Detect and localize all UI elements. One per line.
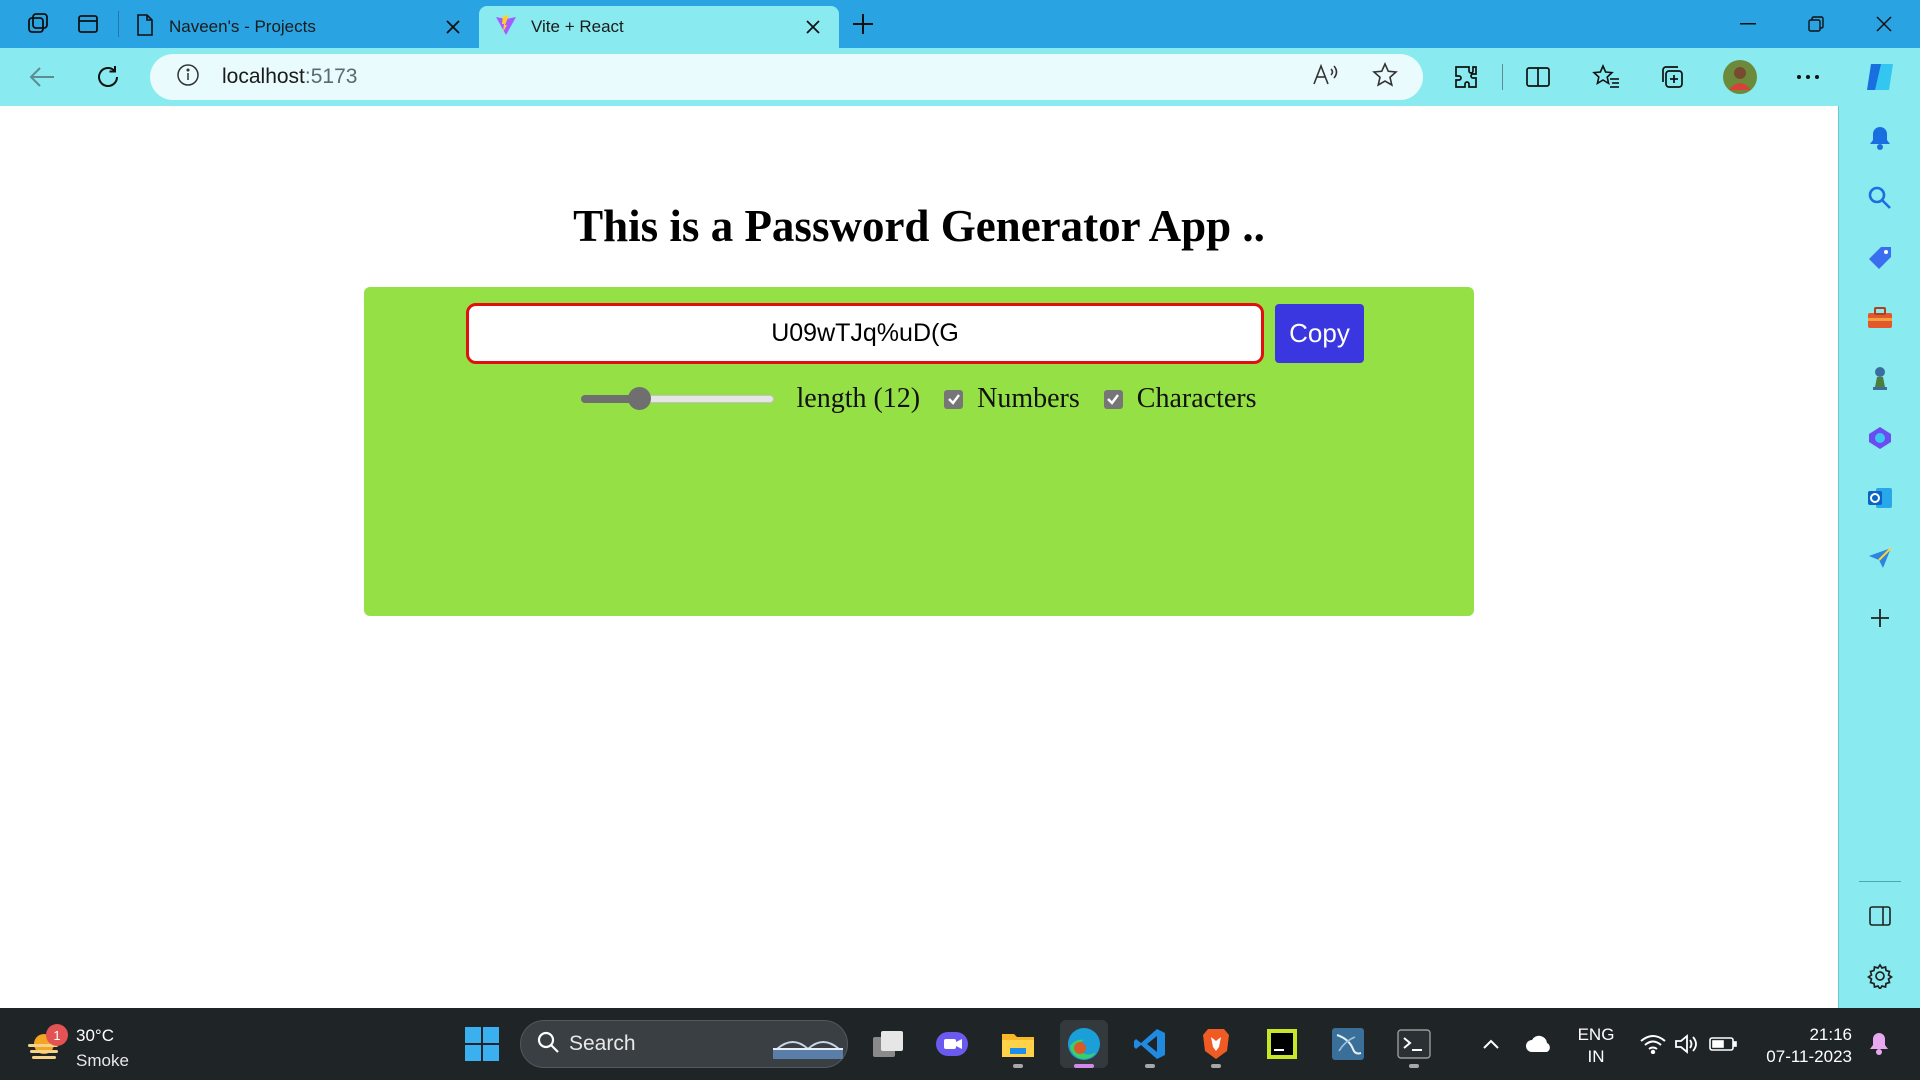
collections-icon[interactable] [1652,57,1692,97]
windows-start-icon[interactable] [464,1026,500,1062]
password-field[interactable] [466,303,1264,364]
pycharm-icon[interactable] [1258,1020,1306,1068]
bridge-highlight-icon [773,1031,843,1066]
favorites-icon[interactable] [1586,57,1626,97]
tab-title: Naveen's - Projects [169,17,316,36]
page-viewport: This is a Password Generator App .. Copy… [0,106,1838,1008]
taskbar: 1 30°C Smoke Search ENG IN 21:16 07-11-2… [0,1008,1920,1080]
tab-strip: Naveen's - Projects Vite + React [0,0,1920,48]
bell-icon[interactable] [1860,118,1900,158]
toolbox-icon[interactable] [1860,298,1900,338]
browser-toolbar: localhost:5173 [0,48,1920,106]
running-indicator [1211,1064,1221,1068]
wifi-icon[interactable] [1638,1026,1668,1062]
tab-title: Vite + React [531,17,624,36]
profile-avatar[interactable] [1720,57,1760,97]
edge-browser-icon[interactable] [1060,1020,1108,1068]
panel-icon[interactable] [1860,896,1900,936]
copilot-icon[interactable] [1860,57,1900,97]
language-region: IN [1587,1047,1605,1066]
meet-icon[interactable] [928,1020,976,1068]
favorite-star-icon[interactable] [1372,61,1398,93]
active-indicator [1074,1064,1094,1068]
edge-sidebar [1838,106,1920,1008]
clock[interactable]: 21:16 07-11-2023 [1756,1024,1852,1068]
address-bar[interactable]: localhost:5173 [150,54,1423,100]
search-placeholder: Search [569,1032,636,1055]
mysql-workbench-icon[interactable] [1324,1020,1372,1068]
copilot-icon[interactable] [1860,418,1900,458]
vite-logo-icon [495,14,517,41]
workspaces-icon[interactable] [20,6,56,42]
search-icon [537,1031,559,1058]
tag-icon[interactable] [1860,238,1900,278]
url-text[interactable]: localhost:5173 [222,65,357,89]
close-icon[interactable] [799,13,827,41]
volume-icon[interactable] [1672,1026,1702,1062]
send-icon[interactable] [1860,538,1900,578]
tab-naveens-projects[interactable]: Naveen's - Projects [119,6,479,48]
search-icon[interactable] [1860,178,1900,218]
password-generator-card: Copy length (12) Numbers Characters [364,287,1474,616]
new-tab-button[interactable] [843,4,883,44]
running-indicator [1013,1064,1023,1068]
toolbar-divider [1502,64,1503,90]
length-slider[interactable] [581,387,775,410]
notification-bell-icon[interactable] [1864,1026,1894,1062]
options-row: length (12) Numbers Characters [364,379,1474,419]
slider-thumb[interactable] [627,387,651,410]
outlook-icon[interactable] [1860,478,1900,518]
chevron-up-icon[interactable] [1480,1026,1502,1062]
info-icon[interactable] [176,63,200,92]
tab-vite-react[interactable]: Vite + React [479,6,839,48]
vscode-icon[interactable] [1126,1020,1174,1068]
url-port: :5173 [304,65,358,88]
add-icon[interactable] [1860,598,1900,638]
task-view-icon[interactable] [864,1020,912,1068]
weather-widget[interactable]: 1 30°C Smoke [24,1018,154,1070]
back-button[interactable] [22,57,62,97]
page-title: This is a Password Generator App .. [573,201,1265,251]
file-explorer-icon[interactable] [994,1020,1042,1068]
more-menu-icon[interactable] [1788,57,1828,97]
weather-temp: 30°C [76,1026,114,1045]
running-indicator [1145,1064,1155,1068]
language-indicator[interactable]: ENG IN [1574,1024,1618,1068]
running-indicator [1409,1064,1419,1068]
document-icon [135,13,155,41]
minimize-button[interactable] [1716,0,1780,48]
terminal-icon[interactable] [1390,1020,1438,1068]
clock-date: 07-11-2023 [1766,1047,1852,1066]
close-window-button[interactable] [1852,0,1916,48]
settings-icon[interactable] [1860,956,1900,996]
extensions-icon[interactable] [1446,57,1486,97]
notification-badge: 1 [46,1024,68,1046]
refresh-button[interactable] [88,57,128,97]
url-host: localhost [222,65,305,88]
split-screen-icon[interactable] [1518,57,1558,97]
language-code: ENG [1577,1025,1615,1044]
numbers-checkbox[interactable] [944,389,964,409]
copy-button[interactable]: Copy [1275,304,1364,363]
read-aloud-icon[interactable] [1312,63,1340,92]
weather-condition: Smoke [76,1051,129,1070]
onedrive-cloud-icon[interactable] [1524,1026,1554,1062]
close-icon[interactable] [439,13,467,41]
chess-icon[interactable] [1860,358,1900,398]
battery-icon[interactable] [1708,1026,1738,1062]
tab-actions-icon[interactable] [70,6,106,42]
brave-browser-icon[interactable] [1192,1020,1240,1068]
numbers-label: Numbers [977,383,1080,414]
taskbar-search[interactable]: Search [520,1020,848,1068]
sidebar-divider [1859,881,1901,882]
restore-button[interactable] [1784,0,1848,48]
characters-checkbox[interactable] [1103,389,1123,409]
length-label: length (12) [796,383,921,414]
characters-label: Characters [1136,383,1257,414]
clock-time: 21:16 [1809,1025,1852,1044]
